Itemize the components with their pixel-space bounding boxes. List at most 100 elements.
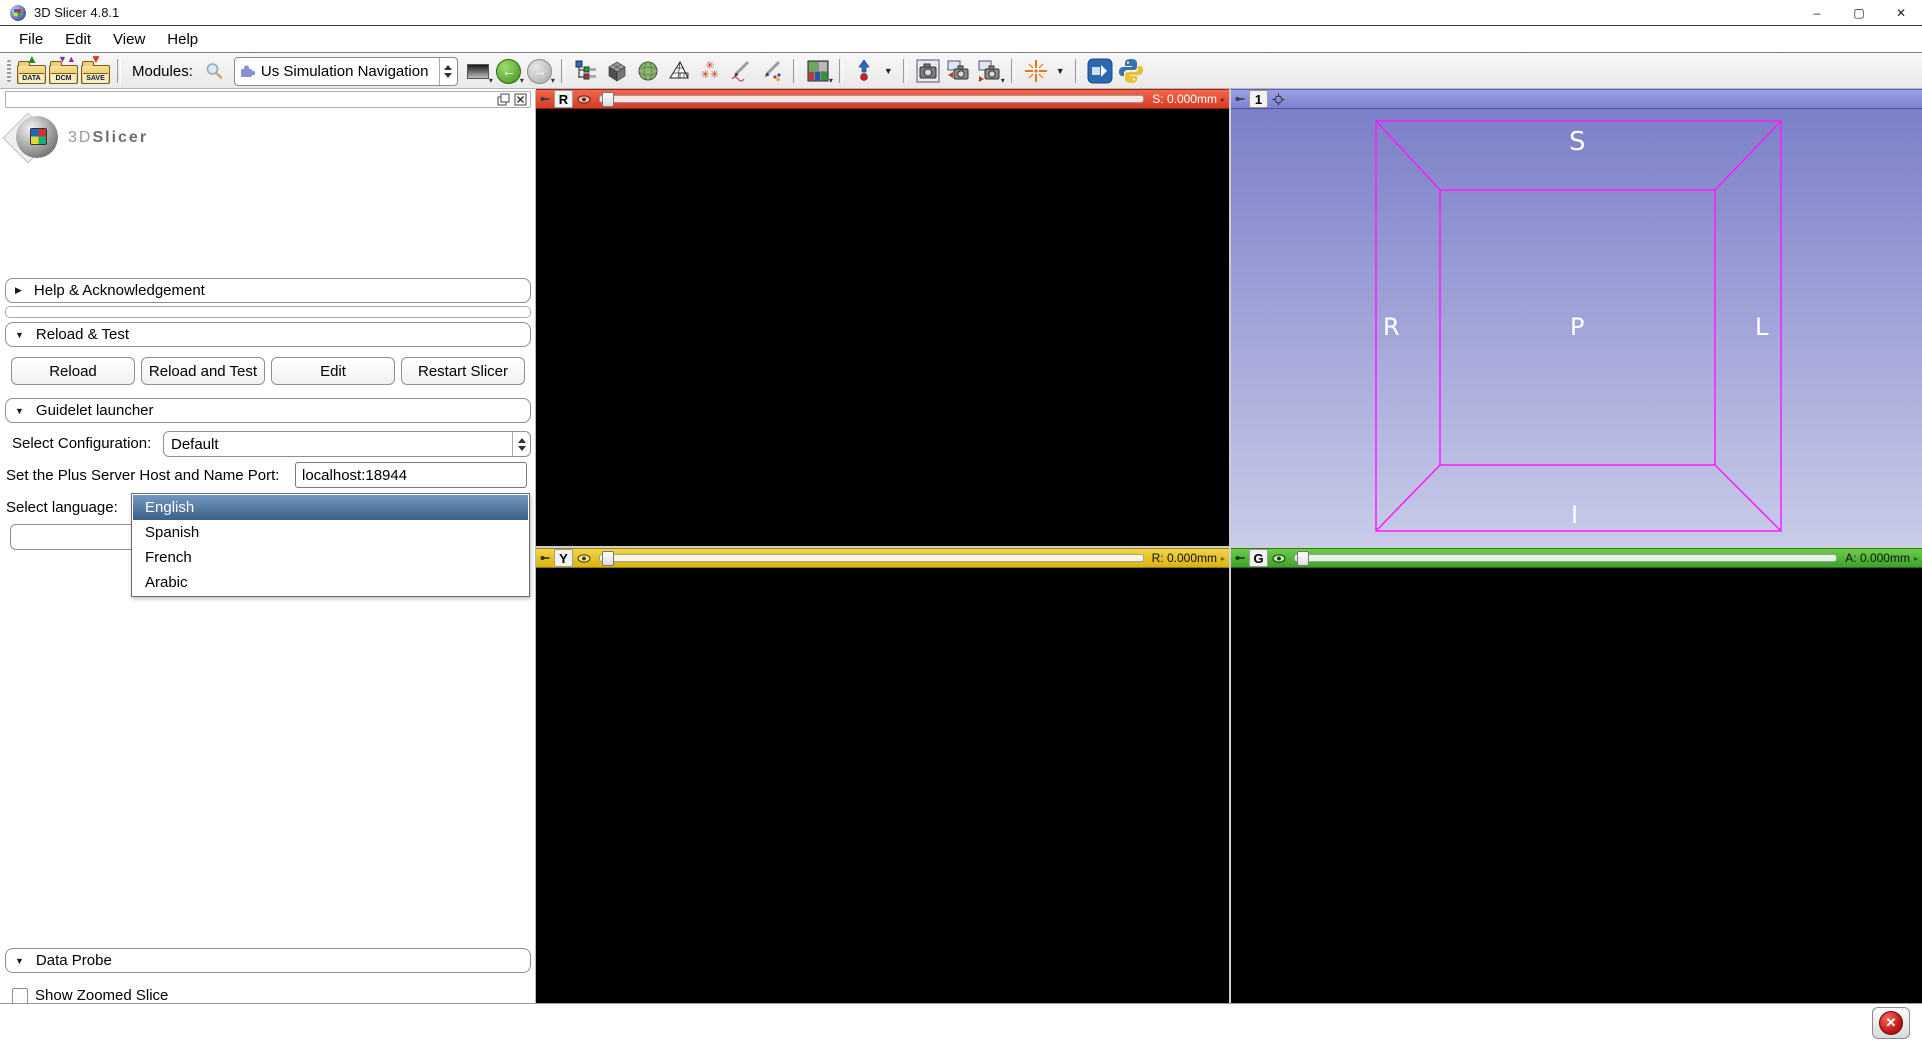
configuration-combo[interactable]: Default [163,431,531,457]
annotation-pencil-icon [729,59,753,83]
slider-handle[interactable] [602,92,614,107]
scene-view-capture-button[interactable] [945,57,973,85]
minimize-button[interactable]: – [1796,0,1838,25]
layout-selector-button[interactable]: ▾ [804,57,832,85]
red-slice-slider[interactable] [599,95,1144,103]
crosshair-button[interactable] [1022,57,1050,85]
annotations-color-button[interactable] [758,57,786,85]
slider-handle[interactable] [1297,551,1309,566]
orientation-label-inferior: I [1571,501,1578,529]
volumes-button[interactable] [603,57,631,85]
module-forward-button[interactable]: → ▾ [526,57,554,85]
server-port-input[interactable] [295,462,527,488]
eye-icon[interactable] [577,554,591,563]
threed-view-label[interactable]: 1 [1249,90,1268,108]
module-selector-combo[interactable]: Us Simulation Navigation [234,57,458,86]
restart-slicer-button[interactable]: Restart Slicer [401,357,525,385]
pin-icon[interactable] [540,94,550,104]
orientation-label-right: R [1383,313,1400,341]
view-layout: R S: 0.000mm ▸ 1 [536,89,1922,1003]
section-guidelet-launcher[interactable]: ▼ Guidelet launcher [5,398,531,423]
configuration-value: Default [164,436,512,453]
eye-icon[interactable] [1272,554,1286,563]
save-button[interactable]: ▼ SAVE [81,57,110,85]
volume-cube-icon [605,59,629,83]
menu-file[interactable]: File [8,31,54,48]
header-menu-arrow[interactable]: ▸ [1221,95,1225,104]
scene-view-restore-button[interactable]: ▾ [976,57,1004,85]
maximize-button[interactable]: ▢ [1838,0,1880,25]
models-button[interactable] [634,57,662,85]
pin-icon[interactable] [1235,94,1245,104]
module-history-button[interactable]: ▾ [464,57,492,85]
mouse-place-dropdown-arrow[interactable]: ▼ [884,66,893,76]
reload-and-test-button[interactable]: Reload and Test [141,357,265,385]
toolbar-grip[interactable] [7,60,11,82]
module-selector-value: Us Simulation Navigation [255,63,439,80]
collapsed-section-frame [5,306,531,318]
section-reload-test[interactable]: ▼ Reload & Test [5,322,531,347]
module-panel: 3DSlicer ▶ Help & Acknowledgement ▼ Relo… [0,90,536,1003]
red-slice-viewport[interactable] [536,109,1229,546]
threed-viewport[interactable]: S R P L I [1231,109,1922,546]
slider-handle[interactable] [602,551,614,566]
annotations-button[interactable] [727,57,755,85]
green-slice-label[interactable]: G [1249,549,1268,567]
module-back-icon: ← [496,59,521,84]
module-search-button[interactable] [200,57,228,85]
module-history-icon [467,64,489,79]
error-log-button[interactable]: ✕ [1872,1007,1910,1039]
red-slice-label[interactable]: R [554,90,573,108]
mouse-place-button[interactable] [850,57,878,85]
eye-icon[interactable] [577,95,591,104]
language-option-english[interactable]: English [133,495,528,520]
annotation-color-pencil-icon [760,59,784,83]
python-console-icon [1118,58,1144,84]
close-button[interactable]: ✕ [1880,0,1922,25]
subject-hierarchy-button[interactable] [572,57,600,85]
pin-icon[interactable] [1235,553,1245,563]
menu-view[interactable]: View [102,31,156,48]
toolbar-separator [1075,59,1079,83]
load-data-button[interactable]: ▲ DATA [17,57,46,85]
transforms-button[interactable] [665,57,693,85]
toolbar-separator [903,59,907,83]
crosshair-dropdown-arrow[interactable]: ▼ [1056,66,1065,76]
language-option-french[interactable]: French [133,545,528,570]
load-dicom-button[interactable]: ▼▲ DCM [49,57,78,85]
slicer-logo-icon [8,112,60,164]
yellow-slice-viewport[interactable] [536,568,1229,1003]
section-data-probe[interactable]: ▼ Data Probe [5,948,531,973]
close-panel-icon[interactable] [514,93,527,106]
markups-button[interactable]: ✳✳✳ [696,57,724,85]
window-controls: – ▢ ✕ [1796,0,1922,25]
module-selector-spinner[interactable] [439,58,457,85]
header-menu-arrow[interactable]: ▸ [1221,554,1225,563]
puzzle-icon [240,64,255,79]
configuration-spinner[interactable] [512,432,530,456]
title-bar: 3D Slicer 4.8.1 – ▢ ✕ [0,0,1922,26]
python-console-button[interactable] [1117,57,1145,85]
header-menu-arrow[interactable]: ▸ [1914,554,1918,563]
toolbar-separator [793,59,797,83]
section-help-acknowledgement[interactable]: ▶ Help & Acknowledgement [5,278,531,303]
pin-icon[interactable] [540,553,550,563]
menu-edit[interactable]: Edit [54,31,102,48]
green-slice-viewport[interactable] [1231,568,1922,1003]
menu-help[interactable]: Help [156,31,209,48]
language-option-arabic[interactable]: Arabic [133,570,528,595]
center-view-icon[interactable] [1272,93,1285,106]
main-toolbar: ▲ DATA ▼▲ DCM ▼ SAVE Modules: [0,54,1922,89]
reload-button[interactable]: Reload [11,357,135,385]
module-back-button[interactable]: ← ▾ [495,57,523,85]
markups-icon: ✳✳✳ [701,62,719,80]
yellow-slice-slider[interactable] [599,554,1144,562]
language-option-spanish[interactable]: Spanish [133,520,528,545]
show-zoomed-slice-checkbox[interactable] [12,988,28,1004]
extensions-manager-button[interactable] [1086,57,1114,85]
screenshot-button[interactable] [914,57,942,85]
green-slice-slider[interactable] [1294,554,1837,562]
undock-panel-icon[interactable] [497,93,510,106]
edit-button[interactable]: Edit [271,357,395,385]
yellow-slice-label[interactable]: Y [554,549,573,567]
